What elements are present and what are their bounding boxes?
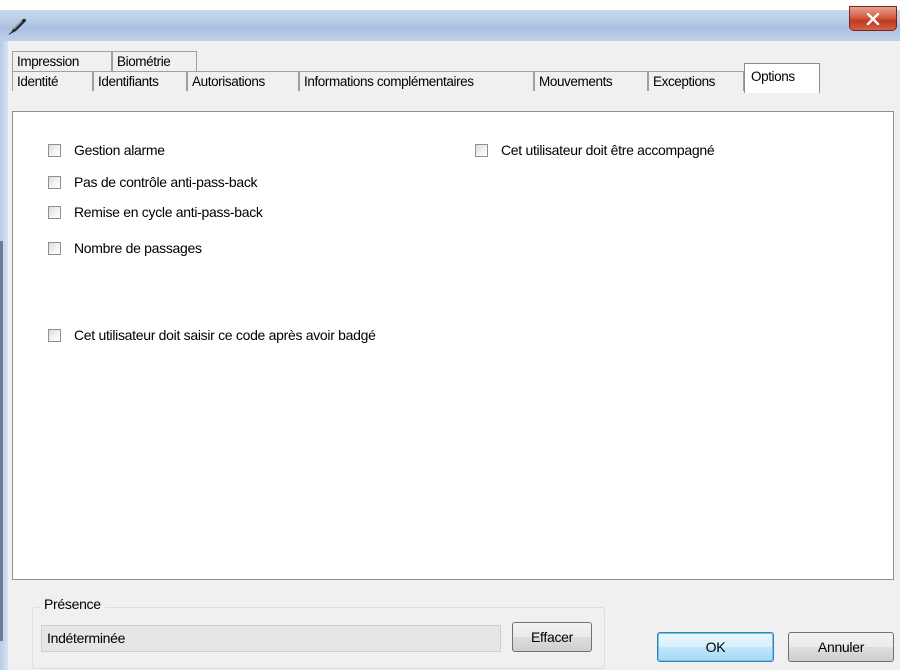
annuler-button[interactable]: Annuler (788, 632, 894, 662)
window-left-frame-shadow (0, 241, 3, 641)
accompagne-checkbox[interactable] (475, 143, 488, 157)
saisir-code-checkbox[interactable] (48, 328, 61, 342)
pas-controle-checkbox[interactable] (48, 175, 61, 189)
close-icon (866, 12, 880, 25)
window-left-frame (0, 41, 8, 670)
tab-label: Autorisations (192, 74, 265, 89)
presence-field: Indéterminée (41, 625, 501, 652)
close-button[interactable] (849, 6, 897, 31)
tab-identite[interactable]: Identité (12, 71, 93, 91)
option-utilisateur-accompagne[interactable]: Cet utilisateur doit être accompagné (475, 142, 715, 158)
tab-exceptions[interactable]: Exceptions (648, 71, 744, 91)
tab-label: Identité (17, 74, 59, 89)
option-gestion-alarme[interactable]: Gestion alarme (48, 142, 165, 158)
tab-label: Options (751, 69, 795, 84)
tab-label: Biométrie (117, 54, 171, 69)
tab-label: Exceptions (653, 74, 716, 89)
tab-label: Mouvements (539, 74, 613, 89)
remise-cycle-checkbox[interactable] (48, 205, 61, 219)
tab-mouvements[interactable]: Mouvements (534, 71, 648, 91)
gestion-alarme-checkbox[interactable] (48, 143, 61, 157)
tab-autorisations[interactable]: Autorisations (187, 71, 299, 91)
nombre-passages-checkbox[interactable] (48, 241, 61, 255)
gestion-alarme-label: Gestion alarme (74, 142, 165, 158)
nombre-passages-label: Nombre de passages (74, 240, 202, 256)
option-pas-controle-anti-pass-back[interactable]: Pas de contrôle anti-pass-back (48, 174, 258, 190)
tab-options[interactable]: Options (744, 63, 820, 93)
tab-label: Identifiants (98, 74, 159, 89)
header-strip (0, 0, 907, 10)
option-saisir-code-apres-badge[interactable]: Cet utilisateur doit saisir ce code aprè… (48, 327, 376, 343)
tab-label: Informations complémentaires (304, 74, 474, 89)
accompagne-label: Cet utilisateur doit être accompagné (501, 142, 715, 158)
remise-cycle-label: Remise en cycle anti-pass-back (74, 204, 263, 220)
title-bar[interactable] (0, 6, 900, 41)
pen-icon (8, 18, 26, 35)
ok-button[interactable]: OK (657, 632, 774, 662)
tab-impression[interactable]: Impression (12, 51, 112, 71)
tab-label: Impression (17, 54, 80, 69)
tab-identifiants[interactable]: Identifiants (93, 71, 187, 91)
pas-controle-label: Pas de contrôle anti-pass-back (74, 174, 258, 190)
option-nombre-passages[interactable]: Nombre de passages (48, 240, 202, 256)
option-remise-cycle-anti-pass-back[interactable]: Remise en cycle anti-pass-back (48, 204, 263, 220)
saisir-code-label: Cet utilisateur doit saisir ce code aprè… (74, 327, 376, 343)
options-panel: Gestion alarme Pas de contrôle anti-pass… (12, 111, 894, 580)
presence-group-title: Présence (40, 596, 105, 612)
dialog-window: Impression Biométrie Identité Identifian… (0, 6, 900, 670)
effacer-button[interactable]: Effacer (512, 622, 592, 652)
tab-biometrie[interactable]: Biométrie (112, 51, 197, 71)
tab-informations-complementaires[interactable]: Informations complémentaires (299, 71, 534, 91)
